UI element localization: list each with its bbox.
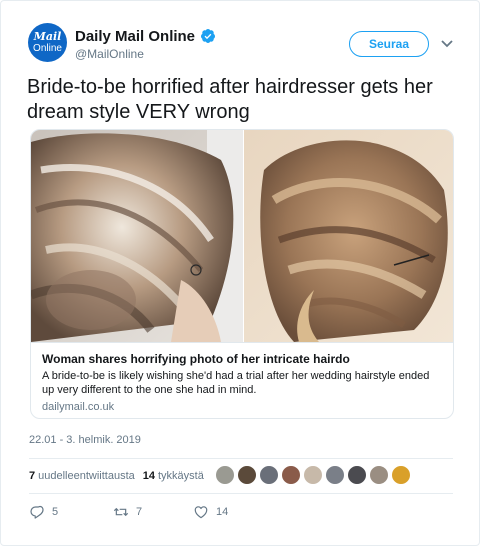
liker-avatar[interactable] [369, 465, 389, 485]
avatar-text-line2: Online [33, 43, 62, 54]
avatar-text-line1: Mail [33, 30, 62, 43]
account-handle[interactable]: @MailOnline [75, 47, 144, 61]
link-card[interactable]: Woman shares horrifying photo of her int… [30, 129, 454, 419]
liker-avatar[interactable] [391, 465, 411, 485]
retweet-action[interactable]: 7 [113, 504, 193, 520]
divider [29, 458, 453, 459]
card-body: Woman shares horrifying photo of her int… [31, 342, 453, 418]
verified-badge-icon [201, 29, 216, 43]
liker-avatar[interactable] [325, 465, 345, 485]
liker-avatars [215, 465, 413, 487]
tweet-actions: 5 7 14 [29, 503, 228, 521]
reply-action[interactable]: 5 [29, 504, 113, 520]
divider [29, 493, 453, 494]
likes-stat-label: tykkäystä [158, 470, 204, 482]
card-image-right [244, 130, 453, 342]
like-count: 14 [216, 506, 229, 518]
account-name-row[interactable]: Daily Mail Online [75, 27, 216, 45]
liker-avatar[interactable] [237, 465, 257, 485]
liker-avatar[interactable] [215, 465, 235, 485]
reply-icon[interactable] [29, 504, 45, 520]
retweets-stat-label: uudelleentwiittausta [38, 470, 135, 482]
like-icon[interactable] [193, 504, 209, 520]
retweets-stat-count: 7 [29, 470, 36, 482]
tweet-timestamp[interactable]: 22.01 - 3. helmik. 2019 [29, 434, 141, 446]
liker-avatar[interactable] [281, 465, 301, 485]
likes-stat[interactable]: 14 tykkäystä [143, 470, 204, 482]
card-title[interactable]: Woman shares horrifying photo of her int… [42, 352, 350, 366]
retweet-icon[interactable] [113, 504, 129, 520]
retweet-count: 7 [136, 506, 143, 518]
card-description: A bride-to-be is likely wishing she'd ha… [42, 370, 430, 396]
retweets-stat[interactable]: 7 uudelleentwiittausta [29, 470, 135, 482]
tweet-text: Bride-to-be horrified after hairdresser … [27, 76, 433, 123]
like-action[interactable]: 14 [193, 504, 228, 520]
reply-count: 5 [52, 506, 59, 518]
tweet-stats: 7 uudelleentwiittausta 14 tykkäystä [29, 469, 212, 483]
account-name[interactable]: Daily Mail Online [75, 28, 195, 45]
avatar[interactable]: Mail Online [28, 23, 67, 62]
chevron-down-icon[interactable] [440, 39, 454, 49]
follow-button[interactable]: Seuraa [349, 31, 429, 57]
card-image-left [31, 130, 243, 342]
liker-avatar[interactable] [303, 465, 323, 485]
liker-avatar[interactable] [259, 465, 279, 485]
tweet-container: Mail Online Daily Mail Online @MailOnlin… [0, 0, 480, 546]
likes-stat-count: 14 [142, 470, 155, 482]
liker-avatar[interactable] [347, 465, 367, 485]
card-domain: dailymail.co.uk [42, 401, 115, 413]
